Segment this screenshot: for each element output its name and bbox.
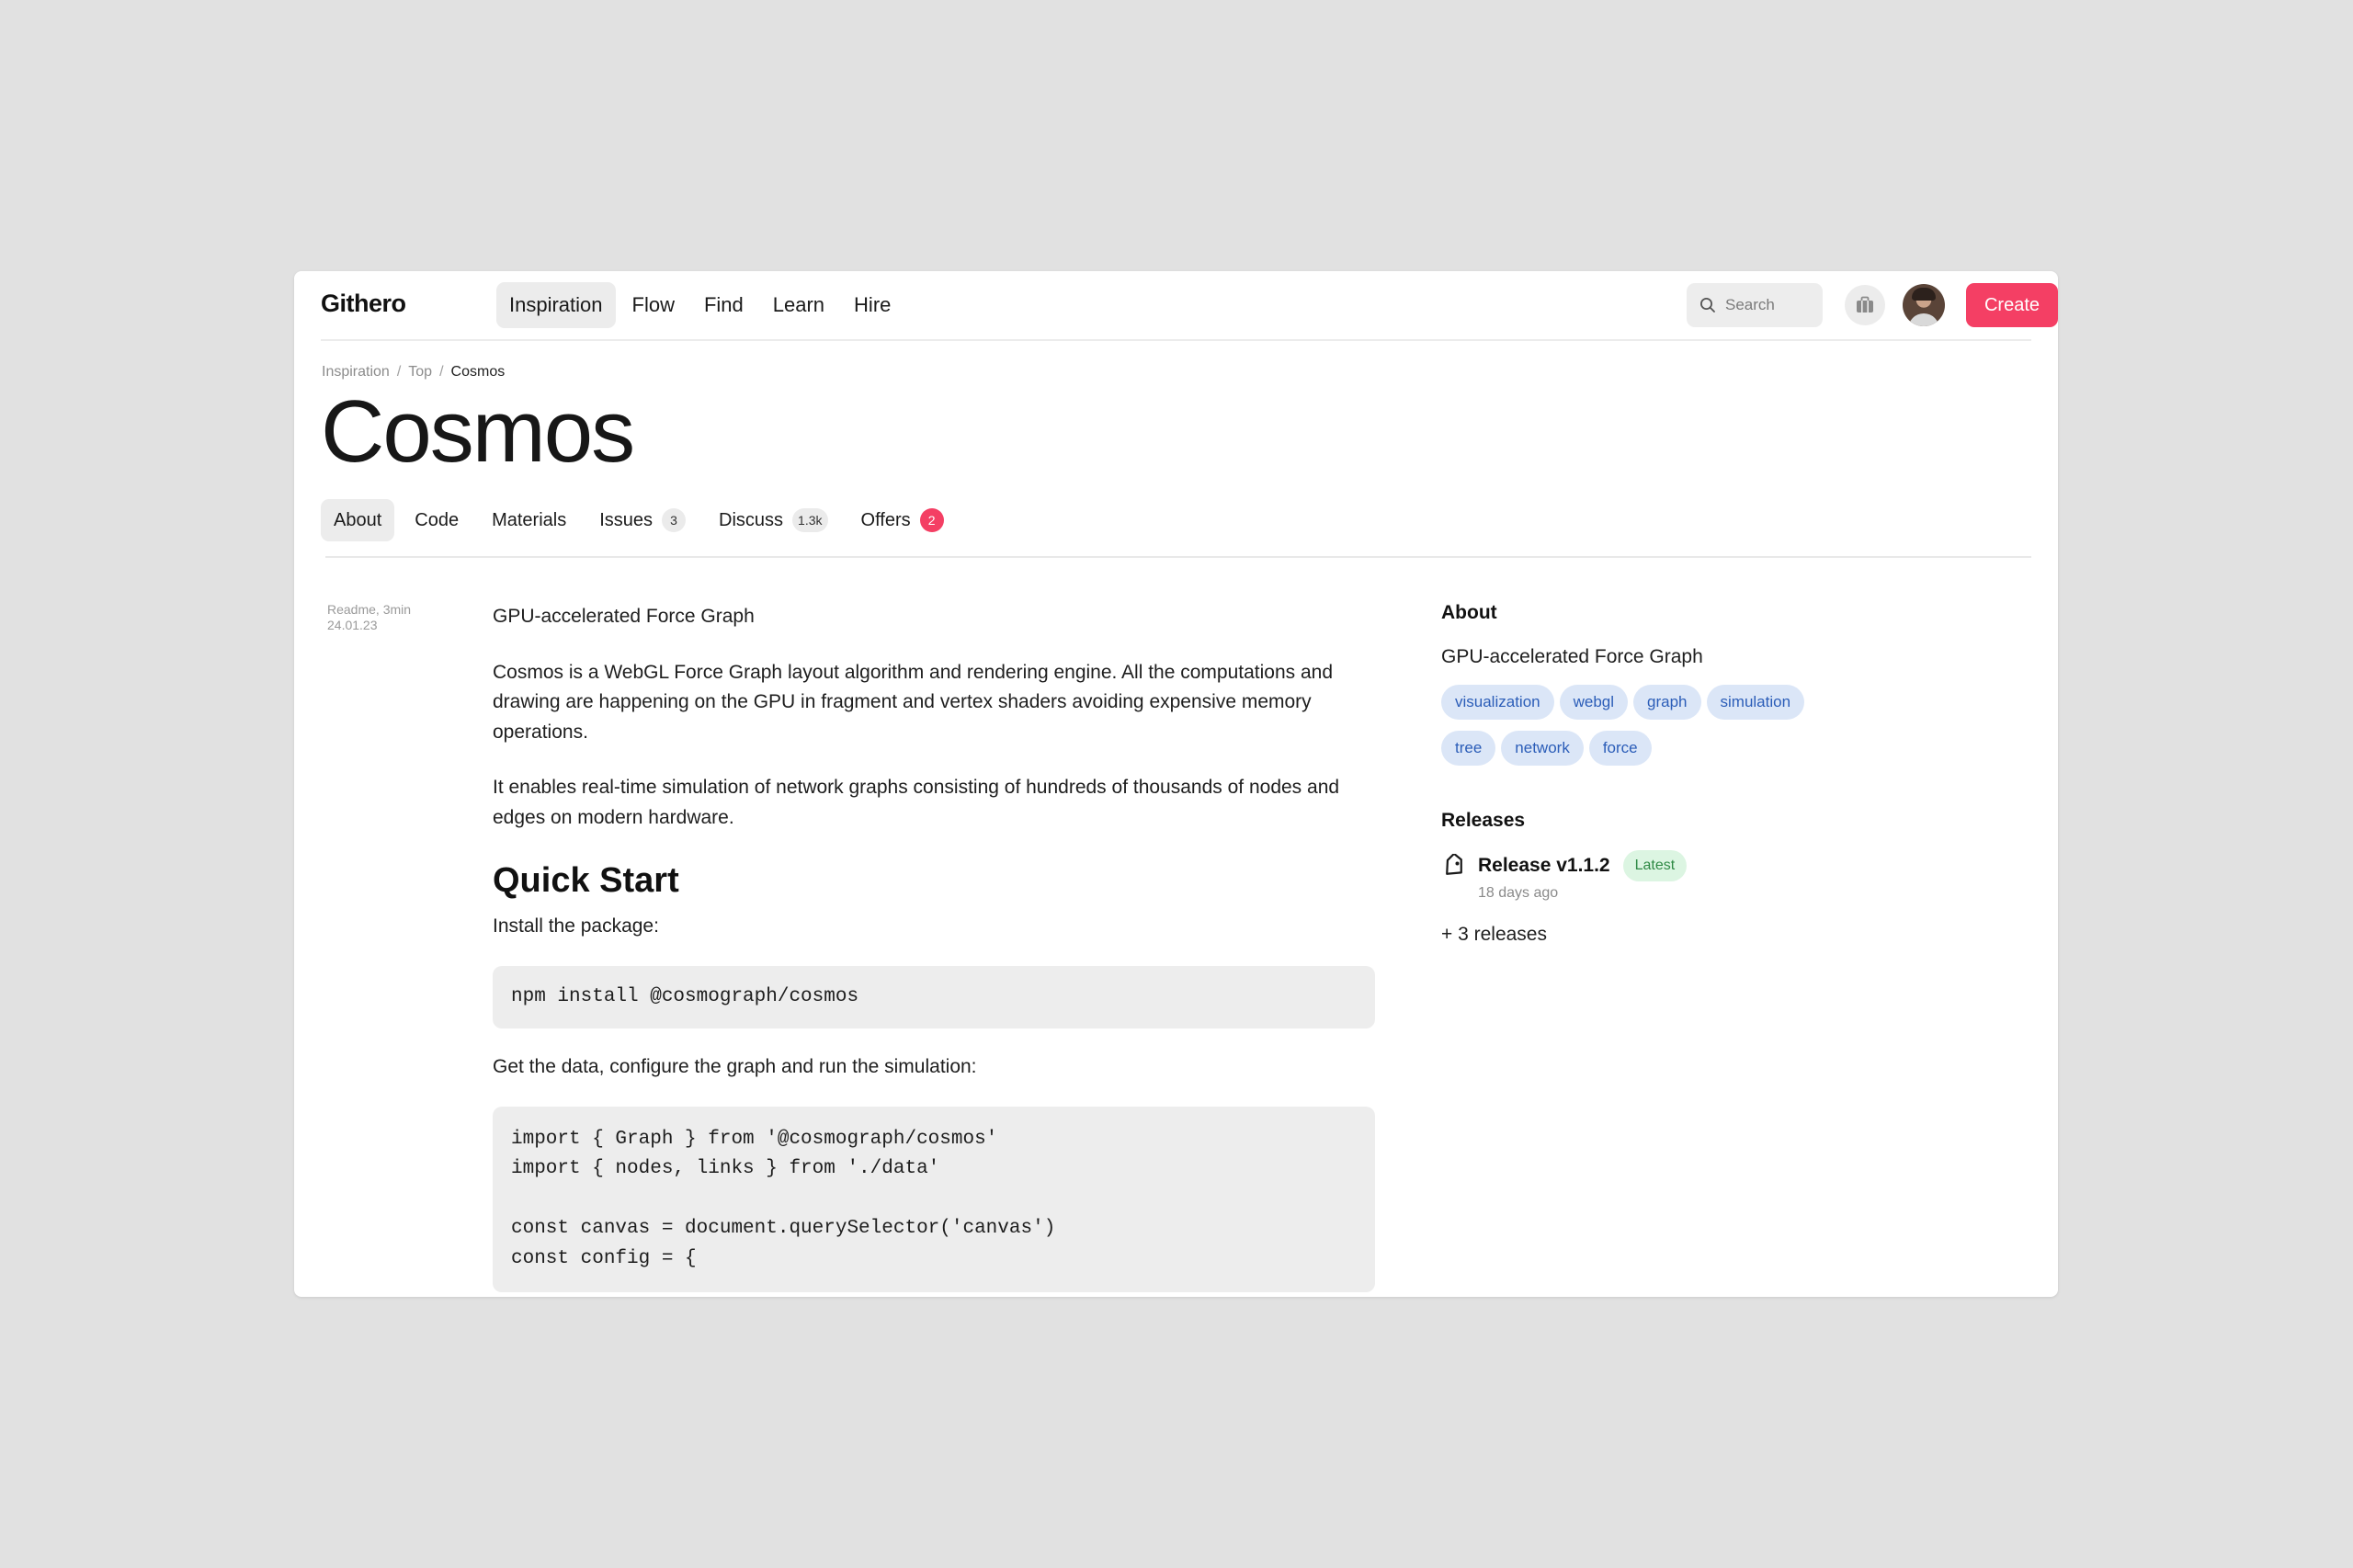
breadcrumb-separator: /	[396, 364, 402, 380]
nav-item-inspiration[interactable]: Inspiration	[496, 282, 616, 328]
tag-simulation[interactable]: simulation	[1706, 685, 1805, 720]
app-window: Githero Inspiration Flow Find Learn Hire	[294, 271, 2058, 1297]
tag-tree[interactable]: tree	[1441, 731, 1496, 766]
code-line: import { Graph } from '@cosmograph/cosmo…	[511, 1128, 998, 1150]
tab-materials[interactable]: Materials	[479, 499, 579, 541]
tab-code[interactable]: Code	[402, 499, 472, 541]
breadcrumb: Inspiration / Top / Cosmos	[322, 364, 505, 381]
topic-tags: visualization webgl graph simulation tre…	[1441, 685, 1846, 766]
about-heading: About	[1441, 602, 1497, 623]
tag-icon	[1446, 854, 1462, 875]
release-name[interactable]: Release v1.1.2	[1478, 855, 1610, 877]
offers-count-badge: 2	[919, 508, 944, 532]
tag-webgl[interactable]: webgl	[1559, 685, 1629, 720]
tab-about[interactable]: About	[321, 499, 395, 541]
main-nav: Inspiration Flow Find Learn Hire	[496, 282, 904, 328]
avatar-hair	[1912, 288, 1936, 301]
breadcrumb-top[interactable]: Top	[408, 364, 432, 381]
nav-item-flow[interactable]: Flow	[620, 282, 688, 328]
nav-item-find[interactable]: Find	[691, 282, 756, 328]
about-description: GPU-accelerated Force Graph	[1441, 646, 1703, 667]
tab-label: Discuss	[719, 510, 784, 530]
tab-label: About	[334, 510, 382, 530]
tag-graph[interactable]: graph	[1633, 685, 1701, 720]
code-line: const config = {	[511, 1247, 697, 1269]
about-sidebar: About GPU-accelerated Force Graph visual…	[1441, 602, 1993, 946]
readme-lead: GPU-accelerated Force Graph	[493, 606, 755, 627]
project-tabs: About Code Materials Issues 3 Discuss 1.…	[321, 499, 957, 541]
latest-badge: Latest	[1622, 850, 1688, 881]
briefcase-button[interactable]	[1845, 285, 1885, 325]
readme-date: 24.01.23	[327, 618, 378, 632]
app-logo[interactable]: Githero	[321, 290, 406, 318]
release-info: Release v1.1.2 Latest 18 days ago	[1478, 850, 1688, 902]
install-code-block[interactable]: npm install @cosmograph/cosmos	[493, 965, 1375, 1028]
tab-label: Materials	[492, 510, 567, 530]
user-avatar[interactable]	[1903, 284, 1945, 326]
tab-label: Offers	[860, 510, 911, 530]
release-name-row: Release v1.1.2 Latest	[1478, 850, 1688, 881]
config-instruction: Get the data, configure the graph and ru…	[493, 1056, 977, 1077]
code-line: const canvas = document.querySelector('c…	[511, 1218, 1056, 1239]
breadcrumb-separator: /	[439, 364, 444, 380]
tab-label: Code	[415, 510, 460, 530]
tab-offers[interactable]: Offers 2	[848, 499, 957, 541]
readme-meta: Readme, 3min 24.01.23	[327, 602, 411, 633]
discuss-count-badge: 1.3k	[792, 508, 828, 532]
search-box[interactable]	[1687, 283, 1823, 327]
readme-paragraph: It enables real-time simulation of netwo…	[493, 777, 1340, 828]
create-button[interactable]: Create	[1966, 283, 2058, 327]
tag-visualization[interactable]: visualization	[1441, 685, 1554, 720]
tab-issues[interactable]: Issues 3	[586, 499, 699, 541]
nav-item-learn[interactable]: Learn	[760, 282, 837, 328]
breadcrumb-inspiration[interactable]: Inspiration	[322, 364, 390, 381]
release-item[interactable]: Release v1.1.2 Latest 18 days ago	[1441, 850, 1993, 902]
search-icon	[1700, 298, 1715, 312]
tab-label: Issues	[599, 510, 654, 530]
top-navigation: Githero Inspiration Flow Find Learn Hire	[321, 271, 2058, 341]
config-code-block[interactable]: import { Graph } from '@cosmograph/cosmo…	[493, 1106, 1375, 1292]
code-line: ​	[511, 1185, 1357, 1215]
release-date: 18 days ago	[1478, 885, 1559, 901]
releases-heading: Releases	[1441, 810, 1526, 831]
search-input[interactable]	[1723, 295, 1819, 315]
readme-read-time: Readme, 3min	[327, 602, 412, 617]
readme-paragraph: Cosmos is a WebGL Force Graph layout alg…	[493, 661, 1334, 743]
code-line: import { nodes, links } from './data'	[511, 1158, 940, 1179]
tag-force[interactable]: force	[1588, 731, 1652, 766]
page-title: Cosmos	[321, 382, 635, 481]
tag-network[interactable]: network	[1501, 731, 1584, 766]
tab-discuss[interactable]: Discuss 1.3k	[706, 499, 840, 541]
nav-item-hire[interactable]: Hire	[841, 282, 904, 328]
issues-count-badge: 3	[662, 508, 687, 532]
quick-start-heading: Quick Start	[493, 861, 679, 900]
breadcrumb-current: Cosmos	[450, 364, 506, 380]
readme-content: GPU-accelerated Force Graph Cosmos is a …	[493, 602, 1375, 1297]
tabs-divider	[325, 556, 2031, 558]
briefcase-icon	[1857, 296, 1873, 312]
avatar-shoulders	[1908, 313, 1939, 326]
more-releases-link[interactable]: + 3 releases	[1441, 924, 1993, 946]
install-instruction: Install the package:	[493, 915, 659, 937]
